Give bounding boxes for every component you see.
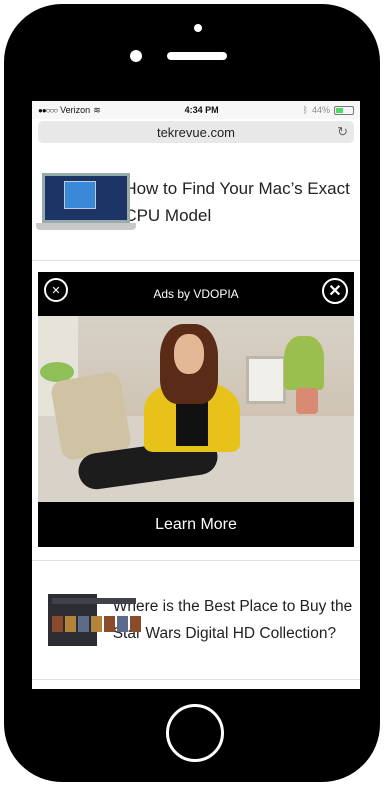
ad-plant-graphic: [284, 336, 324, 390]
battery-icon: [334, 105, 354, 115]
article-thumbnail: [48, 594, 141, 646]
status-right: ᛒ 44%: [303, 105, 354, 115]
ad-vase-graphic: [296, 388, 318, 414]
ad-pillow-graphic: [49, 370, 133, 462]
volume-down-button: [4, 244, 10, 299]
ad-person-graphic: [174, 334, 204, 374]
carrier-label: Verizon: [60, 105, 91, 115]
proximity-sensor: [194, 24, 202, 32]
article-item-star-wars[interactable]: Where is the Best Place to Buy the Star …: [32, 560, 360, 680]
home-button[interactable]: [166, 704, 224, 762]
signal-dots-icon: ●●○○○: [38, 105, 58, 115]
reload-icon[interactable]: ↻: [337, 124, 348, 140]
address-bar[interactable]: tekrevue.com ↻: [38, 121, 354, 143]
ad-label: Ads by VDOPIA: [153, 287, 239, 301]
phone-screen: ●●○○○ Verizon ≋ 4:34 PM ᛒ 44% tekrevue.c…: [32, 101, 360, 689]
ad-picture-frame-graphic: [246, 356, 286, 404]
laptop-base-graphic: [36, 222, 136, 230]
phone-frame: ●●○○○ Verizon ≋ 4:34 PM ᛒ 44% tekrevue.c…: [4, 4, 380, 782]
volume-up-button: [4, 179, 10, 234]
thumbnail-toolbar-graphic: [52, 598, 136, 604]
status-bar: ●●○○○ Verizon ≋ 4:34 PM ᛒ 44%: [32, 101, 360, 119]
article-title[interactable]: How to Find Your Mac’s Exact CPU Model: [124, 175, 360, 229]
power-button: [374, 174, 380, 229]
article-item-partial[interactable]: [32, 680, 360, 689]
status-left: ●●○○○ Verizon ≋: [38, 105, 101, 116]
video-ad[interactable]: ✕ Ads by VDOPIA ✕ Learn More: [38, 272, 354, 547]
ad-header: ✕ Ads by VDOPIA ✕: [38, 272, 354, 316]
cpu-badge-graphic: [64, 180, 96, 209]
article-item-mac-cpu[interactable]: How to Find Your Mac’s Exact CPU Model: [32, 143, 360, 261]
mute-icon[interactable]: ✕: [44, 278, 68, 302]
front-camera: [130, 50, 142, 62]
ad-image[interactable]: [38, 316, 354, 502]
article-title[interactable]: Where is the Best Place to Buy the Star …: [113, 593, 360, 647]
url-domain: tekrevue.com: [156, 124, 236, 140]
mute-switch: [4, 124, 10, 154]
earpiece-speaker: [167, 52, 227, 60]
close-icon[interactable]: ✕: [322, 278, 348, 304]
thumbnail-posters-graphic: [52, 616, 141, 632]
learn-more-button[interactable]: Learn More: [38, 502, 354, 547]
battery-fill: [336, 107, 344, 113]
status-time: 4:34 PM: [184, 105, 219, 115]
article-thumbnail: [36, 172, 136, 231]
wifi-icon: ≋: [93, 104, 101, 115]
battery-percent: 44%: [311, 105, 330, 115]
bluetooth-icon: ᛒ: [302, 105, 308, 115]
